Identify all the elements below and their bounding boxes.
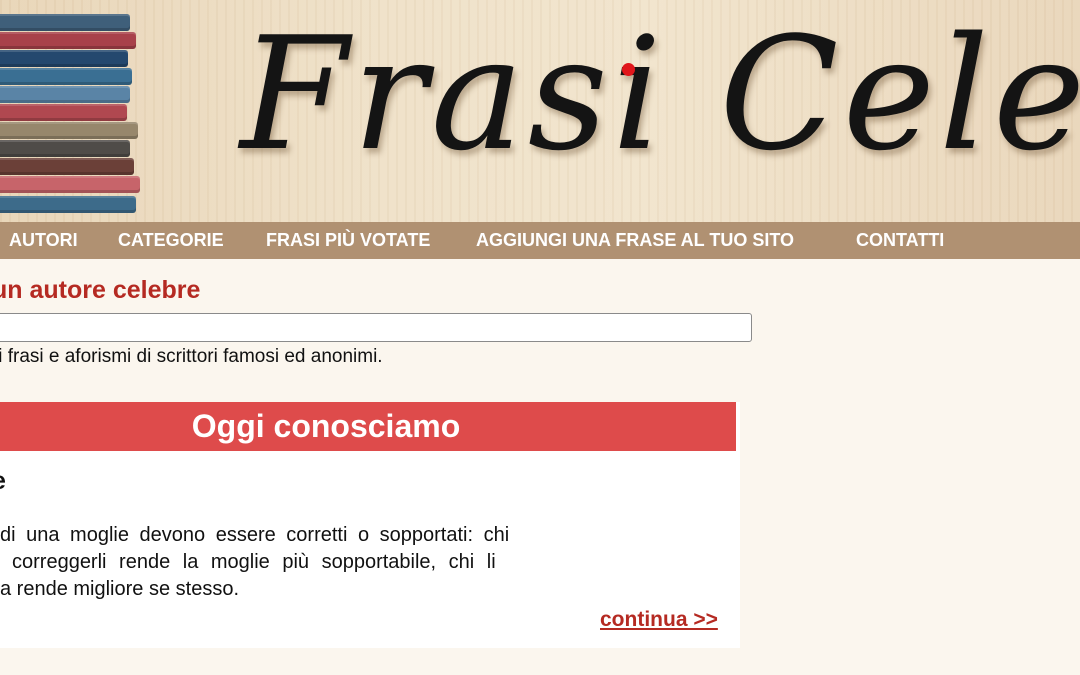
books-stack-image [0,0,150,222]
logo-dot [622,63,635,76]
site-logo[interactable]: Frasi Celebri [240,16,1080,172]
book-spine [0,32,136,49]
nav-item-contatti[interactable]: CONTATTI [856,222,944,259]
continue-link[interactable]: continua >> [600,608,718,632]
search-description: li frasi e aforismi di scrittori famosi … [0,346,383,367]
nav-item-frasi-piu-votate[interactable]: FRASI PIÙ VOTATE [266,222,430,259]
nav-item-aggiungi-frase[interactable]: AGGIUNGI UNA FRASE AL TUO SITO [476,222,794,259]
quote-line: a rende migliore se stesso. [0,578,240,600]
book-spine [0,68,132,85]
author-name[interactable]: e [0,467,6,496]
daily-author-card: Oggi conosciamo e di una moglie devono e… [0,402,740,648]
book-spine [0,86,130,103]
quote-line: correggerli rende la moglie più sopporta… [12,551,496,573]
main-nav: AUTORI CATEGORIE FRASI PIÙ VOTATE AGGIUN… [0,222,1080,259]
book-spine [0,158,134,175]
card-heading: Oggi conosciamo [191,408,461,444]
book-spine [0,14,130,31]
book-spine [0,50,128,67]
nav-item-autori[interactable]: AUTORI [9,222,78,259]
search-title: un autore celebre [0,276,201,304]
nav-item-categorie[interactable]: CATEGORIE [118,222,224,259]
quote-line: di una moglie devono essere corretti o s… [0,524,510,546]
book-spine [0,140,130,157]
card-header: Oggi conosciamo [0,402,736,451]
book-spine [0,104,127,121]
author-search-input[interactable] [0,313,752,342]
page: Frasi Celebri AUTORI CATEGORIE FRASI PIÙ… [0,0,1080,675]
book-spine [0,196,136,213]
book-spine [0,176,140,193]
header-banner[interactable]: Frasi Celebri [0,0,1080,222]
book-spine [0,122,138,139]
